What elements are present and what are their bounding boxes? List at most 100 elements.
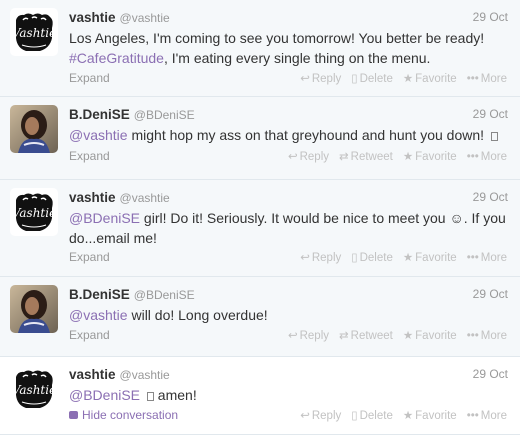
delete-action[interactable]: ▯ Delete [351, 410, 393, 422]
tweet-text-segment: will do! Long overdue! [127, 307, 268, 323]
svg-text:Vashtie: Vashtie [12, 206, 56, 220]
avatar[interactable]: Vashtie [10, 188, 58, 236]
tweet-text: @vashtie will do! Long overdue! [69, 305, 509, 325]
tweet-item[interactable]: Vashtie vashtie @vashtie 29 Oct @BDeniSE gir… [0, 180, 520, 277]
trash-icon: ▯ [351, 252, 358, 264]
retweet-icon: ⇄ [339, 151, 349, 163]
expand-link[interactable]: Expand [69, 250, 110, 264]
retweet-action[interactable]: ⇄ Retweet [339, 330, 393, 342]
more-label: More [480, 410, 507, 422]
user-name[interactable]: vashtie [69, 10, 116, 25]
expand-label: Expand [69, 71, 110, 85]
tweet-item[interactable]: B.DeniSE @BDeniSE 29 Oct @vashtie might hop… [0, 97, 520, 180]
dots-icon: ••• [466, 410, 479, 422]
reply-action[interactable]: ↩ Reply [288, 151, 329, 163]
emoji-glyph-icon [490, 132, 498, 141]
tweet-timestamp[interactable]: 29 Oct [473, 190, 508, 204]
more-label: More [480, 252, 507, 264]
reply-action[interactable]: ↩ Reply [300, 73, 341, 85]
user-handle[interactable]: @vashtie [120, 191, 170, 205]
reply-arrow-icon: ↩ [300, 73, 310, 85]
user-handle[interactable]: @vashtie [120, 368, 170, 382]
favorite-action[interactable]: ★ Favorite [403, 410, 457, 422]
more-action[interactable]: ••• More [467, 252, 507, 264]
mention-link[interactable]: @BDeniSE [69, 210, 140, 226]
more-action[interactable]: ••• More [467, 73, 507, 85]
hide-conversation-link[interactable]: Hide conversation [69, 408, 178, 422]
reply-action[interactable]: ↩ Reply [288, 330, 329, 342]
tweet-timestamp[interactable]: 29 Oct [473, 367, 508, 381]
expand-link[interactable]: Expand [69, 328, 110, 342]
tweet-text-segment: amen! [153, 387, 197, 403]
expand-label: Expand [69, 250, 110, 264]
delete-action[interactable]: ▯ Delete [351, 73, 393, 85]
dots-icon: ••• [466, 73, 479, 85]
delete-label: Delete [359, 410, 393, 422]
tweet-text-segment [140, 387, 144, 403]
reply-label: Reply [299, 151, 330, 163]
user-handle[interactable]: @BDeniSE [134, 108, 195, 122]
speech-bubble-icon [69, 411, 78, 419]
expand-label: Expand [69, 328, 110, 342]
tweet-header: vashtie @vashtie 29 Oct [69, 189, 508, 207]
dots-icon: ••• [466, 252, 479, 264]
favorite-action[interactable]: ★ Favorite [403, 252, 457, 264]
delete-action[interactable]: ▯ Delete [351, 252, 393, 264]
more-action[interactable]: ••• More [467, 151, 507, 163]
reply-arrow-icon: ↩ [300, 252, 310, 264]
tweet-header: B.DeniSE @BDeniSE 29 Oct [69, 106, 508, 124]
reply-action[interactable]: ↩ Reply [300, 410, 341, 422]
dots-icon: ••• [466, 330, 479, 342]
tweet-timestamp[interactable]: 29 Oct [473, 10, 508, 24]
favorite-action[interactable]: ★ Favorite [403, 73, 457, 85]
favorite-label: Favorite [415, 73, 457, 85]
tweet-actions: ↩ Reply ▯ Delete ★ Favorite ••• More [290, 250, 507, 264]
favorite-label: Favorite [415, 252, 457, 264]
avatar[interactable] [10, 285, 58, 333]
tweet-text: Los Angeles, I'm coming to see you tomor… [69, 28, 509, 68]
tweet-item[interactable]: Vashtie vashtie @vashtie 29 Oct @BDeniSE ame… [0, 357, 520, 435]
favorite-action[interactable]: ★ Favorite [403, 330, 457, 342]
user-name[interactable]: vashtie [69, 367, 116, 382]
mention-link[interactable]: @vashtie [69, 127, 128, 143]
tweet-text-segment: might hop my ass on that greyhound and h… [127, 127, 488, 143]
more-action[interactable]: ••• More [467, 410, 507, 422]
mention-link[interactable]: @BDeniSE [69, 387, 140, 403]
expand-link[interactable]: Expand [69, 71, 110, 85]
tweet-timestamp[interactable]: 29 Oct [473, 287, 508, 301]
reply-action[interactable]: ↩ Reply [300, 252, 341, 264]
tweet-actions: ↩ Reply ▯ Delete ★ Favorite ••• More [290, 408, 507, 422]
avatar[interactable]: Vashtie [10, 8, 58, 56]
tweet-text: @BDeniSE girl! Do it! Seriously. It woul… [69, 208, 509, 248]
avatar[interactable] [10, 105, 58, 153]
tweet-item[interactable]: Vashtie vashtie @vashtie 29 Oct Los Angeles,… [0, 0, 520, 97]
expand-link[interactable]: Expand [69, 149, 110, 163]
tweet-header: vashtie @vashtie 29 Oct [69, 366, 508, 384]
user-handle[interactable]: @BDeniSE [134, 288, 195, 302]
tweet-text-segment: , I'm eating every single thing on the m… [163, 50, 431, 66]
tweet-timeline: Vashtie vashtie @vashtie 29 Oct Los Angeles,… [0, 0, 520, 435]
favorite-label: Favorite [415, 410, 457, 422]
tweet-item[interactable]: B.DeniSE @BDeniSE 29 Oct @vashtie will do! … [0, 277, 520, 357]
star-icon: ★ [402, 252, 414, 264]
favorite-action[interactable]: ★ Favorite [403, 151, 457, 163]
retweet-action[interactable]: ⇄ Retweet [339, 151, 393, 163]
user-name[interactable]: B.DeniSE [69, 287, 130, 302]
user-handle[interactable]: @vashtie [120, 11, 170, 25]
avatar[interactable]: Vashtie [10, 365, 58, 413]
dots-icon: ••• [466, 151, 479, 163]
favorite-label: Favorite [415, 330, 457, 342]
retweet-label: Retweet [350, 330, 393, 342]
mention-link[interactable]: @vashtie [69, 307, 128, 323]
user-name[interactable]: vashtie [69, 190, 116, 205]
reply-label: Reply [311, 410, 342, 422]
hashtag-link[interactable]: #CafeGratitude [69, 50, 164, 66]
user-name[interactable]: B.DeniSE [69, 107, 130, 122]
tweet-actions: ↩ Reply ⇄ Retweet ★ Favorite ••• More [278, 149, 507, 163]
tweet-timestamp[interactable]: 29 Oct [473, 107, 508, 121]
more-action[interactable]: ••• More [467, 330, 507, 342]
tweet-text: @vashtie might hop my ass on that greyho… [69, 125, 509, 145]
reply-label: Reply [299, 330, 330, 342]
retweet-label: Retweet [350, 151, 393, 163]
tweet-actions: ↩ Reply ⇄ Retweet ★ Favorite ••• More [278, 328, 507, 342]
